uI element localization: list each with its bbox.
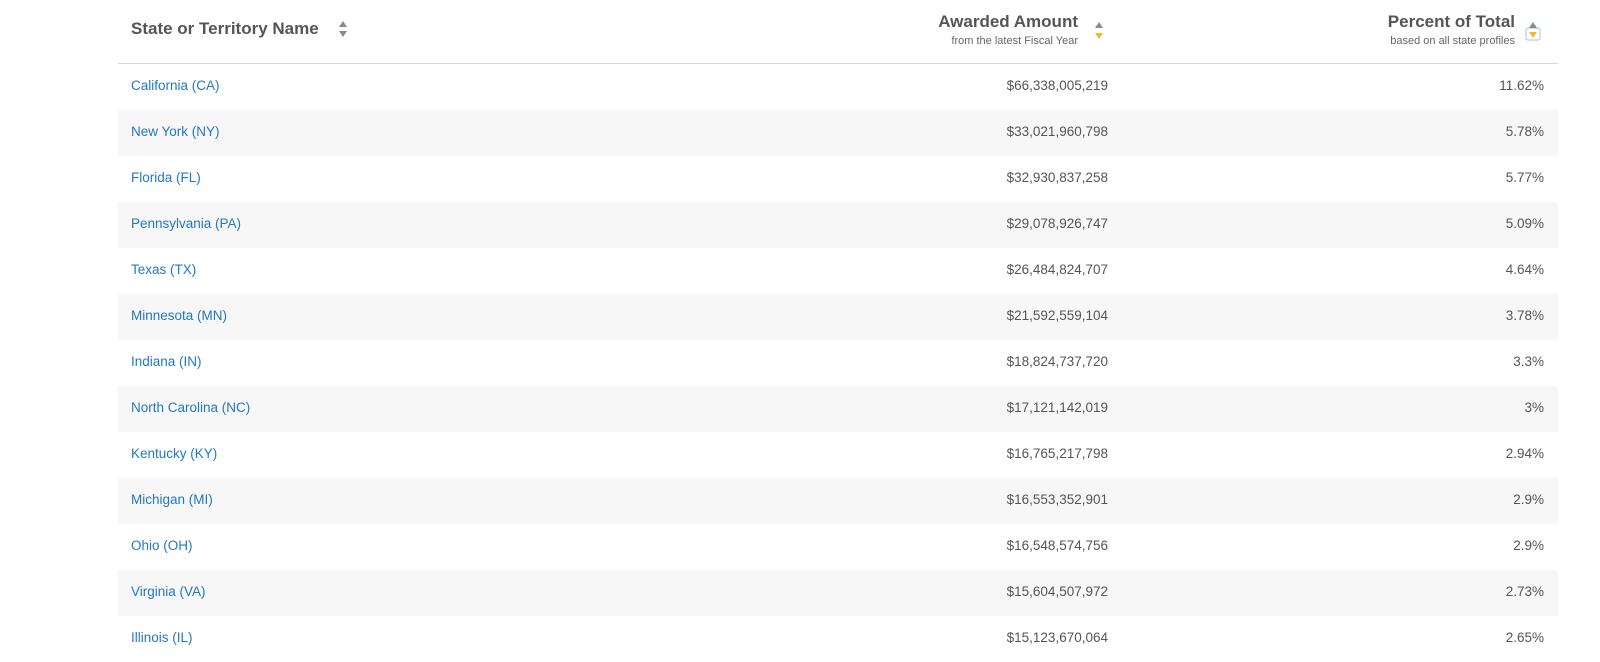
state-link[interactable]: North Carolina (NC) (131, 400, 250, 415)
state-link[interactable]: Minnesota (MN) (131, 308, 227, 323)
state-link[interactable]: Virginia (VA) (131, 584, 206, 599)
column-title-amount: Awarded Amount (938, 12, 1078, 31)
awarded-amount-cell: $15,604,507,972 (1006, 584, 1108, 599)
table-row: Michigan (MI) $16,553,352,901 2.9% (118, 478, 1558, 524)
state-link[interactable]: Texas (TX) (131, 262, 196, 277)
awarded-amount-cell: $66,338,005,219 (1006, 78, 1108, 93)
percent-of-total-cell: 3.3% (1513, 354, 1544, 369)
state-link[interactable]: Ohio (OH) (131, 538, 193, 553)
table-row: Virginia (VA) $15,604,507,972 2.73% (118, 570, 1558, 616)
table-row: Kentucky (KY) $16,765,217,798 2.94% (118, 432, 1558, 478)
sort-icon-state[interactable] (337, 19, 349, 39)
state-link[interactable]: Illinois (IL) (131, 630, 193, 645)
state-link[interactable]: New York (NY) (131, 124, 220, 139)
state-link[interactable]: Indiana (IN) (131, 354, 202, 369)
awarded-amount-cell: $18,824,737,720 (1006, 354, 1108, 369)
percent-of-total-cell: 3.78% (1505, 308, 1544, 323)
awarded-amount-cell: $16,553,352,901 (1006, 492, 1108, 507)
percent-of-total-cell: 5.77% (1505, 170, 1544, 185)
table-row: Ohio (OH) $16,548,574,756 2.9% (118, 524, 1558, 570)
state-link[interactable]: California (CA) (131, 78, 220, 93)
percent-of-total-cell: 2.9% (1513, 538, 1544, 553)
table-body: California (CA) $66,338,005,219 11.62% New … (118, 64, 1558, 662)
percent-of-total-cell: 5.78% (1505, 124, 1544, 139)
state-link[interactable]: Florida (FL) (131, 170, 201, 185)
percent-of-total-cell: 11.62% (1499, 78, 1544, 93)
column-title-state: State or Territory Name (131, 19, 319, 38)
awarded-amount-cell: $33,021,960,798 (1006, 124, 1108, 139)
state-link[interactable]: Pennsylvania (PA) (131, 216, 241, 231)
percent-of-total-cell: 2.94% (1505, 446, 1544, 461)
state-link[interactable]: Michigan (MI) (131, 492, 213, 507)
sort-icon-percent[interactable] (1525, 20, 1541, 42)
table-row: California (CA) $66,338,005,219 11.62% (118, 64, 1558, 110)
state-awards-table: State or Territory Name Awarded Amount f… (118, 0, 1558, 662)
awarded-amount-cell: $17,121,142,019 (1006, 400, 1108, 415)
column-subtitle-percent: based on all state profiles (1390, 35, 1515, 47)
percent-of-total-cell: 4.64% (1505, 262, 1544, 277)
sort-icon-amount[interactable] (1093, 20, 1105, 42)
table-row: Minnesota (MN) $21,592,559,104 3.78% (118, 294, 1558, 340)
column-subtitle-amount: from the latest Fiscal Year (951, 35, 1078, 47)
column-header-amount[interactable]: Awarded Amount from the latest Fiscal Ye… (938, 12, 1078, 48)
percent-of-total-cell: 2.65% (1505, 630, 1544, 645)
awarded-amount-cell: $16,765,217,798 (1006, 446, 1108, 461)
percent-of-total-cell: 5.09% (1505, 216, 1544, 231)
table-row: New York (NY) $33,021,960,798 5.78% (118, 110, 1558, 156)
table-row: Illinois (IL) $15,123,670,064 2.65% (118, 616, 1558, 662)
table-row: Pennsylvania (PA) $29,078,926,747 5.09% (118, 202, 1558, 248)
column-header-state[interactable]: State or Territory Name (131, 19, 349, 39)
awarded-amount-cell: $16,548,574,756 (1006, 538, 1108, 553)
table-row: Texas (TX) $26,484,824,707 4.64% (118, 248, 1558, 294)
table-row: Indiana (IN) $18,824,737,720 3.3% (118, 340, 1558, 386)
column-title-percent: Percent of Total (1387, 12, 1515, 31)
percent-of-total-cell: 3% (1524, 400, 1544, 415)
awarded-amount-cell: $29,078,926,747 (1006, 216, 1108, 231)
table-row: North Carolina (NC) $17,121,142,019 3% (118, 386, 1558, 432)
column-header-percent[interactable]: Percent of Total based on all state prof… (1388, 12, 1515, 48)
percent-of-total-cell: 2.73% (1505, 584, 1544, 599)
table-header: State or Territory Name Awarded Amount f… (118, 0, 1558, 64)
state-link[interactable]: Kentucky (KY) (131, 446, 217, 461)
awarded-amount-cell: $26,484,824,707 (1006, 262, 1108, 277)
awarded-amount-cell: $32,930,837,258 (1006, 170, 1108, 185)
awarded-amount-cell: $21,592,559,104 (1006, 308, 1108, 323)
awarded-amount-cell: $15,123,670,064 (1006, 630, 1108, 645)
percent-of-total-cell: 2.9% (1513, 492, 1544, 507)
table-row: Florida (FL) $32,930,837,258 5.77% (118, 156, 1558, 202)
